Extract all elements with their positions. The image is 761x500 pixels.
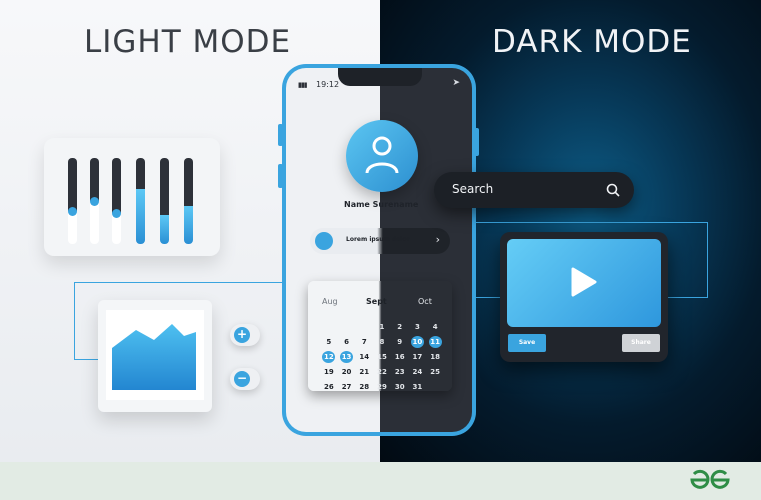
calendar-day[interactable]: 24 bbox=[409, 366, 427, 378]
search-bar[interactable]: Search bbox=[434, 172, 634, 208]
image-card bbox=[98, 300, 212, 412]
calendar-day[interactable]: 16 bbox=[391, 351, 409, 363]
search-label: Search bbox=[452, 182, 494, 196]
calendar-day[interactable]: 19 bbox=[320, 366, 338, 378]
light-mode-heading: LIGHT MODE bbox=[84, 24, 292, 60]
calendar-day[interactable]: 9 bbox=[391, 336, 409, 348]
calendar-widget: Aug Sept Oct 1 2 3 4 5 6 7 8 9 10 11 12 13 14 15 16 17 18… bbox=[308, 281, 452, 391]
list-item[interactable]: Lorem ipsum dolor › bbox=[310, 228, 450, 254]
video-player-card: Save Share bbox=[500, 232, 668, 362]
calendar-grid: 1 2 3 4 5 6 7 8 9 10 11 12 13 14 15 16 17 18 19 20 21 22 23 24 2… bbox=[320, 321, 444, 393]
avatar[interactable] bbox=[346, 120, 418, 192]
calendar-day[interactable]: 28 bbox=[355, 381, 373, 393]
geeksforgeeks-logo-icon bbox=[690, 469, 730, 489]
save-button[interactable]: Save bbox=[508, 334, 546, 352]
video-screen[interactable] bbox=[507, 239, 661, 327]
connector-line-bottom-left bbox=[74, 359, 100, 360]
slider-track-top bbox=[68, 158, 77, 211]
list-item-label: Lorem ipsum dolor bbox=[346, 236, 410, 243]
plus-icon: + bbox=[234, 327, 250, 343]
slider-fill bbox=[160, 215, 169, 244]
minus-icon: − bbox=[234, 371, 250, 387]
chevron-right-icon: › bbox=[435, 233, 440, 246]
calendar-day[interactable]: 13 bbox=[340, 351, 354, 363]
status-time: 19:12 bbox=[316, 80, 340, 89]
calendar-day[interactable]: 21 bbox=[355, 366, 373, 378]
calendar-day bbox=[355, 321, 373, 333]
calendar-day bbox=[338, 321, 356, 333]
zoom-out-button[interactable]: − bbox=[230, 368, 260, 390]
calendar-day[interactable]: 31 bbox=[409, 381, 427, 393]
slider-track-top bbox=[136, 158, 145, 189]
calendar-month-prev[interactable]: Aug bbox=[322, 297, 338, 306]
profile-name: Name Surename bbox=[344, 200, 419, 209]
dark-mode-heading: DARK MODE bbox=[492, 24, 692, 60]
share-button[interactable]: Share bbox=[622, 334, 660, 352]
list-item-dot bbox=[315, 232, 333, 250]
calendar-day[interactable]: 27 bbox=[338, 381, 356, 393]
slider-fill bbox=[90, 227, 99, 244]
slider-track-top bbox=[184, 158, 193, 206]
slider-fill bbox=[136, 189, 145, 244]
user-icon bbox=[365, 136, 399, 174]
slider-track[interactable] bbox=[160, 158, 169, 244]
play-icon[interactable] bbox=[571, 267, 597, 297]
calendar-day[interactable]: 10 bbox=[410, 336, 424, 348]
slider-track[interactable] bbox=[112, 158, 121, 244]
calendar-day[interactable]: 26 bbox=[320, 381, 338, 393]
calendar-day[interactable]: 14 bbox=[355, 351, 373, 363]
calendar-day[interactable]: 2 bbox=[391, 321, 409, 333]
calendar-day[interactable]: 29 bbox=[373, 381, 391, 393]
calendar-day bbox=[426, 381, 444, 393]
slider-knob[interactable] bbox=[112, 209, 121, 218]
calendar-day[interactable]: 11 bbox=[428, 336, 442, 348]
slider-track[interactable] bbox=[136, 158, 145, 244]
slider-track-top bbox=[112, 158, 121, 213]
calendar-day[interactable]: 17 bbox=[409, 351, 427, 363]
navigation-arrow-icon: ➤ bbox=[452, 78, 460, 88]
calendar-day[interactable]: 1 bbox=[373, 321, 391, 333]
calendar-day[interactable]: 22 bbox=[373, 366, 391, 378]
phone-mockup: ▮▮▮ 19:12 ➤ Name Surename Lorem ipsum do… bbox=[282, 64, 476, 436]
footer-bar bbox=[0, 462, 761, 500]
slider-track[interactable] bbox=[184, 158, 193, 244]
signal-icon: ▮▮▮ bbox=[298, 81, 308, 89]
slider-track-top bbox=[160, 158, 169, 215]
calendar-day[interactable]: 12 bbox=[322, 351, 336, 363]
calendar-day[interactable]: 4 bbox=[426, 321, 444, 333]
calendar-day[interactable]: 30 bbox=[391, 381, 409, 393]
equalizer-card bbox=[44, 138, 220, 256]
slider-knob[interactable] bbox=[68, 207, 77, 216]
zoom-in-button[interactable]: + bbox=[230, 324, 260, 346]
calendar-day[interactable]: 25 bbox=[426, 366, 444, 378]
calendar-day[interactable]: 18 bbox=[426, 351, 444, 363]
search-icon[interactable] bbox=[606, 183, 620, 197]
calendar-day[interactable]: 23 bbox=[391, 366, 409, 378]
calendar-day[interactable]: 15 bbox=[373, 351, 391, 363]
calendar-day[interactable]: 6 bbox=[338, 336, 356, 348]
landscape-image-icon bbox=[106, 310, 204, 400]
calendar-day[interactable]: 7 bbox=[355, 336, 373, 348]
slider-fill bbox=[68, 237, 77, 244]
slider-fill bbox=[184, 206, 193, 244]
calendar-month-next[interactable]: Oct bbox=[418, 297, 432, 306]
slider-fill bbox=[112, 239, 121, 244]
calendar-day[interactable]: 20 bbox=[338, 366, 356, 378]
calendar-day bbox=[320, 321, 338, 333]
calendar-day[interactable]: 5 bbox=[320, 336, 338, 348]
calendar-month-current[interactable]: Sept bbox=[366, 297, 387, 306]
calendar-day[interactable]: 3 bbox=[409, 321, 427, 333]
slider-track[interactable] bbox=[68, 158, 77, 244]
slider-track-top bbox=[90, 158, 99, 201]
calendar-day[interactable]: 8 bbox=[373, 336, 391, 348]
phone-notch bbox=[338, 68, 422, 86]
slider-knob[interactable] bbox=[90, 197, 99, 206]
